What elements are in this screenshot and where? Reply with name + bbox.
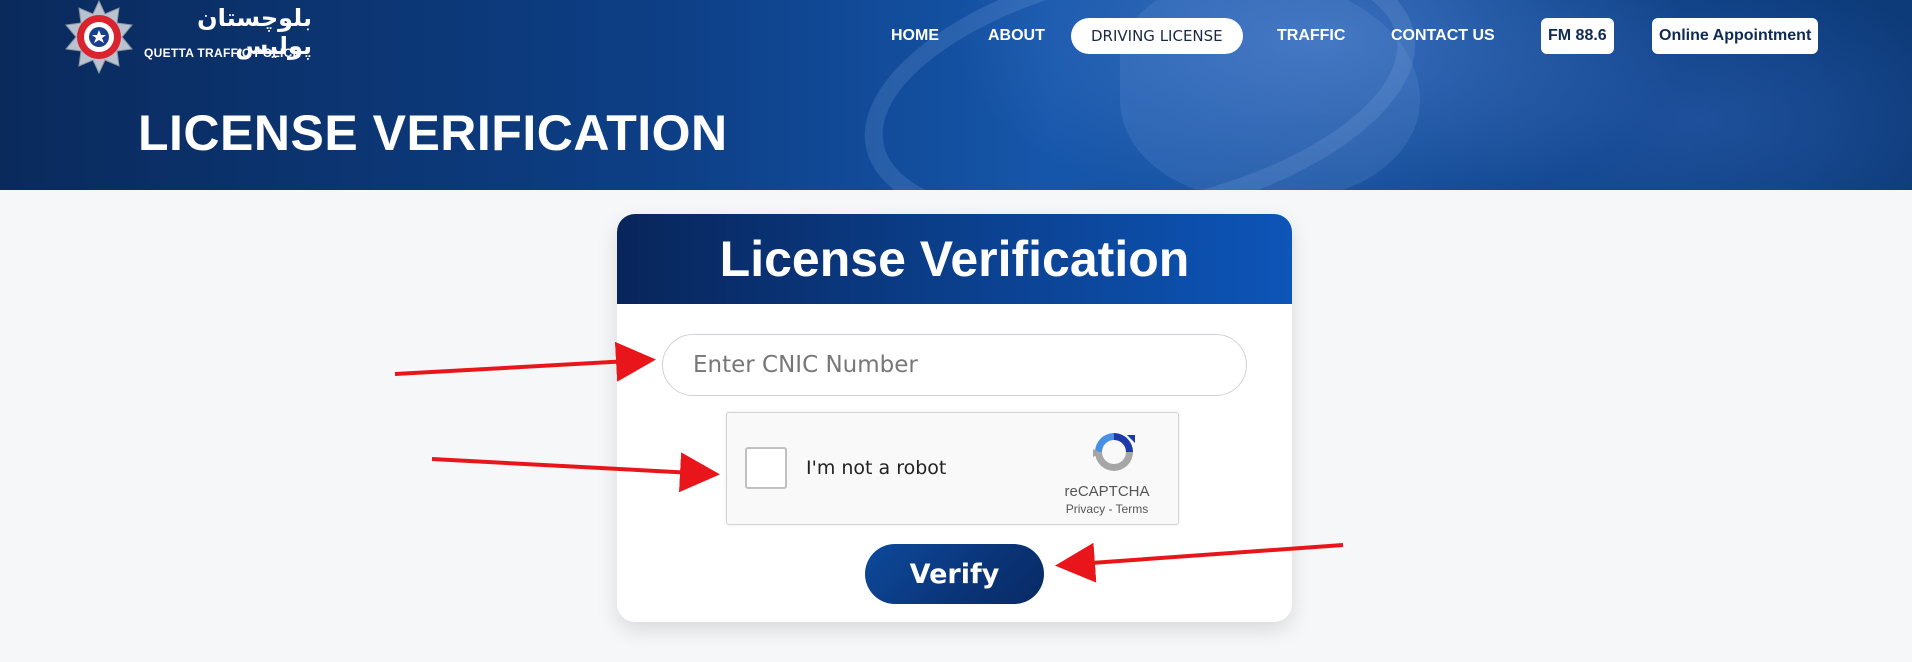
recaptcha-widget: I'm not a robot reCAPTCHA Privacy - Term… bbox=[726, 412, 1179, 525]
card-heading: License Verification bbox=[617, 214, 1292, 304]
cnic-input[interactable] bbox=[662, 334, 1247, 396]
recaptcha-logo-icon bbox=[1093, 433, 1135, 471]
license-verification-card: License Verification I'm not a robot reC… bbox=[617, 214, 1292, 622]
page-title: LICENSE VERIFICATION bbox=[138, 105, 728, 161]
online-appointment-button[interactable]: Online Appointment bbox=[1652, 18, 1819, 54]
fm-radio-button[interactable]: FM 88.6 bbox=[1541, 18, 1614, 54]
arrow-to-cnic-input-icon bbox=[394, 341, 656, 382]
nav-traffic[interactable]: TRAFFIC bbox=[1277, 18, 1345, 54]
verify-button[interactable]: Verify bbox=[865, 544, 1044, 604]
recaptcha-label: I'm not a robot bbox=[806, 457, 947, 479]
recaptcha-brand: reCAPTCHA bbox=[1064, 483, 1150, 500]
nav-home[interactable]: HOME bbox=[891, 18, 939, 54]
main-navigation: HOME ABOUT DRIVING LICENSE TRAFFIC CONTA… bbox=[0, 18, 1912, 56]
nav-about[interactable]: ABOUT bbox=[988, 18, 1045, 54]
recaptcha-privacy-terms-links[interactable]: Privacy - Terms bbox=[1037, 502, 1177, 516]
nav-driving-license[interactable]: DRIVING LICENSE bbox=[1071, 18, 1243, 54]
hero-banner: بلوچستان پولیس QUETTA TRAFFIC POLICE HOM… bbox=[0, 0, 1912, 190]
nav-contact-us[interactable]: CONTACT US bbox=[1391, 18, 1495, 54]
recaptcha-checkbox[interactable] bbox=[745, 447, 787, 489]
